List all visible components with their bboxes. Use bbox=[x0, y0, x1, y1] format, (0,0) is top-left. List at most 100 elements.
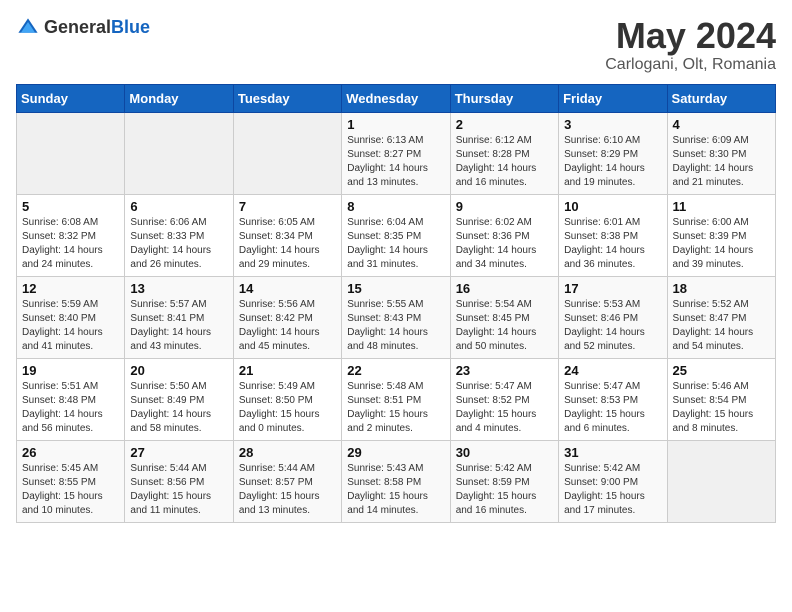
calendar-cell: 10 Sunrise: 6:01 AM Sunset: 8:38 PM Dayli… bbox=[559, 194, 667, 276]
day-number: 26 bbox=[22, 445, 119, 460]
calendar-cell: 7Sunrise: 6:05 AM Sunset: 8:34 PM Daylig… bbox=[233, 194, 341, 276]
day-number: 16 bbox=[456, 281, 553, 296]
day-number: 15 bbox=[347, 281, 444, 296]
day-number: 17 bbox=[564, 281, 661, 296]
day-number: 6 bbox=[130, 199, 227, 214]
day-info: Sunrise: 5:42 AM Sunset: 8:59 PM Dayligh… bbox=[456, 462, 553, 518]
logo-icon bbox=[16, 16, 40, 40]
day-info: Sunrise: 5:57 AM Sunset: 8:41 PM Dayligh… bbox=[130, 298, 227, 354]
day-number: 12 bbox=[22, 281, 119, 296]
day-number: 21 bbox=[239, 363, 336, 378]
calendar-cell: 17 Sunrise: 5:53 AM Sunset: 8:46 PM Dayli… bbox=[559, 276, 667, 358]
day-info: Sunrise: 5:49 AM Sunset: 8:50 PM Dayligh… bbox=[239, 380, 336, 436]
day-number: 31 bbox=[564, 445, 661, 460]
calendar-cell: 18Sunrise: 5:52 AM Sunset: 8:47 PM Dayli… bbox=[667, 276, 775, 358]
day-info: Sunrise: 5:47 AM Sunset: 8:52 PM Dayligh… bbox=[456, 380, 553, 436]
calendar-cell: 3 Sunrise: 6:10 AM Sunset: 8:29 PM Daylig… bbox=[559, 112, 667, 194]
day-info: Sunrise: 5:44 AM Sunset: 8:56 PM Dayligh… bbox=[130, 462, 227, 518]
calendar-cell: 12 Sunrise: 5:59 AM Sunset: 8:40 PM Dayli… bbox=[17, 276, 125, 358]
calendar-cell: 27 Sunrise: 5:44 AM Sunset: 8:56 PM Dayli… bbox=[125, 440, 233, 522]
day-number: 29 bbox=[347, 445, 444, 460]
day-number: 1 bbox=[347, 117, 444, 132]
calendar-cell: 25Sunrise: 5:46 AM Sunset: 8:54 PM Dayli… bbox=[667, 358, 775, 440]
day-info: Sunrise: 5:55 AM Sunset: 8:43 PM Dayligh… bbox=[347, 298, 444, 354]
calendar-table: SundayMondayTuesdayWednesdayThursdayFrid… bbox=[16, 84, 776, 523]
calendar-cell: 24 Sunrise: 5:47 AM Sunset: 8:53 PM Dayli… bbox=[559, 358, 667, 440]
day-info: Sunrise: 5:46 AM Sunset: 8:54 PM Dayligh… bbox=[673, 380, 770, 436]
calendar-cell: 30 Sunrise: 5:42 AM Sunset: 8:59 PM Dayli… bbox=[450, 440, 558, 522]
location-title: Carlogani, Olt, Romania bbox=[605, 56, 776, 74]
calendar-cell: 29Sunrise: 5:43 AM Sunset: 8:58 PM Dayli… bbox=[342, 440, 450, 522]
day-number: 9 bbox=[456, 199, 553, 214]
day-info: Sunrise: 5:45 AM Sunset: 8:55 PM Dayligh… bbox=[22, 462, 119, 518]
calendar-cell: 16 Sunrise: 5:54 AM Sunset: 8:45 PM Dayli… bbox=[450, 276, 558, 358]
day-info: Sunrise: 5:53 AM Sunset: 8:46 PM Dayligh… bbox=[564, 298, 661, 354]
weekday-header-tuesday: Tuesday bbox=[233, 84, 341, 112]
day-info: Sunrise: 6:05 AM Sunset: 8:34 PM Dayligh… bbox=[239, 216, 336, 272]
calendar-cell: 6Sunrise: 6:06 AM Sunset: 8:33 PM Daylig… bbox=[125, 194, 233, 276]
day-number: 4 bbox=[673, 117, 770, 132]
day-number: 24 bbox=[564, 363, 661, 378]
day-info: Sunrise: 5:42 AM Sunset: 9:00 PM Dayligh… bbox=[564, 462, 661, 518]
calendar-week-row: 26 Sunrise: 5:45 AM Sunset: 8:55 PM Dayli… bbox=[17, 440, 776, 522]
calendar-cell: 21 Sunrise: 5:49 AM Sunset: 8:50 PM Dayli… bbox=[233, 358, 341, 440]
day-info: Sunrise: 6:08 AM Sunset: 8:32 PM Dayligh… bbox=[22, 216, 119, 272]
day-info: Sunrise: 5:44 AM Sunset: 8:57 PM Dayligh… bbox=[239, 462, 336, 518]
day-number: 10 bbox=[564, 199, 661, 214]
day-number: 11 bbox=[673, 199, 770, 214]
weekday-header-friday: Friday bbox=[559, 84, 667, 112]
day-number: 23 bbox=[456, 363, 553, 378]
logo: GeneralBlue bbox=[16, 16, 150, 40]
day-info: Sunrise: 5:56 AM Sunset: 8:42 PM Dayligh… bbox=[239, 298, 336, 354]
calendar-cell: 26 Sunrise: 5:45 AM Sunset: 8:55 PM Dayli… bbox=[17, 440, 125, 522]
day-number: 8 bbox=[347, 199, 444, 214]
day-number: 3 bbox=[564, 117, 661, 132]
day-number: 13 bbox=[130, 281, 227, 296]
day-info: Sunrise: 6:04 AM Sunset: 8:35 PM Dayligh… bbox=[347, 216, 444, 272]
day-info: Sunrise: 5:54 AM Sunset: 8:45 PM Dayligh… bbox=[456, 298, 553, 354]
calendar-cell: 8 Sunrise: 6:04 AM Sunset: 8:35 PM Daylig… bbox=[342, 194, 450, 276]
calendar-cell: 5 Sunrise: 6:08 AM Sunset: 8:32 PM Daylig… bbox=[17, 194, 125, 276]
day-info: Sunrise: 6:12 AM Sunset: 8:28 PM Dayligh… bbox=[456, 134, 553, 190]
month-title: May 2024 bbox=[605, 16, 776, 56]
day-number: 30 bbox=[456, 445, 553, 460]
weekday-header-wednesday: Wednesday bbox=[342, 84, 450, 112]
day-info: Sunrise: 5:51 AM Sunset: 8:48 PM Dayligh… bbox=[22, 380, 119, 436]
weekday-header-monday: Monday bbox=[125, 84, 233, 112]
calendar-cell bbox=[233, 112, 341, 194]
calendar-cell bbox=[667, 440, 775, 522]
day-number: 14 bbox=[239, 281, 336, 296]
calendar-cell: 2 Sunrise: 6:12 AM Sunset: 8:28 PM Daylig… bbox=[450, 112, 558, 194]
calendar-cell: 15 Sunrise: 5:55 AM Sunset: 8:43 PM Dayli… bbox=[342, 276, 450, 358]
calendar-cell: 23 Sunrise: 5:47 AM Sunset: 8:52 PM Dayli… bbox=[450, 358, 558, 440]
day-number: 2 bbox=[456, 117, 553, 132]
day-info: Sunrise: 5:59 AM Sunset: 8:40 PM Dayligh… bbox=[22, 298, 119, 354]
calendar-cell: 20Sunrise: 5:50 AM Sunset: 8:49 PM Dayli… bbox=[125, 358, 233, 440]
day-number: 27 bbox=[130, 445, 227, 460]
day-number: 5 bbox=[22, 199, 119, 214]
calendar-cell: 14 Sunrise: 5:56 AM Sunset: 8:42 PM Dayli… bbox=[233, 276, 341, 358]
title-block: May 2024 Carlogani, Olt, Romania bbox=[605, 16, 776, 74]
calendar-week-row: 19Sunrise: 5:51 AM Sunset: 8:48 PM Dayli… bbox=[17, 358, 776, 440]
calendar-cell: 28Sunrise: 5:44 AM Sunset: 8:57 PM Dayli… bbox=[233, 440, 341, 522]
calendar-cell: 1 Sunrise: 6:13 AM Sunset: 8:27 PM Daylig… bbox=[342, 112, 450, 194]
day-info: Sunrise: 5:47 AM Sunset: 8:53 PM Dayligh… bbox=[564, 380, 661, 436]
weekday-header-row: SundayMondayTuesdayWednesdayThursdayFrid… bbox=[17, 84, 776, 112]
day-info: Sunrise: 6:13 AM Sunset: 8:27 PM Dayligh… bbox=[347, 134, 444, 190]
weekday-header-thursday: Thursday bbox=[450, 84, 558, 112]
weekday-header-sunday: Sunday bbox=[17, 84, 125, 112]
calendar-cell bbox=[17, 112, 125, 194]
calendar-cell: 13 Sunrise: 5:57 AM Sunset: 8:41 PM Dayli… bbox=[125, 276, 233, 358]
day-info: Sunrise: 5:52 AM Sunset: 8:47 PM Dayligh… bbox=[673, 298, 770, 354]
day-number: 22 bbox=[347, 363, 444, 378]
calendar-week-row: 1 Sunrise: 6:13 AM Sunset: 8:27 PM Daylig… bbox=[17, 112, 776, 194]
calendar-cell: 9Sunrise: 6:02 AM Sunset: 8:36 PM Daylig… bbox=[450, 194, 558, 276]
calendar-cell: 4Sunrise: 6:09 AM Sunset: 8:30 PM Daylig… bbox=[667, 112, 775, 194]
logo-text-blue: Blue bbox=[111, 17, 150, 37]
calendar-week-row: 5 Sunrise: 6:08 AM Sunset: 8:32 PM Daylig… bbox=[17, 194, 776, 276]
day-info: Sunrise: 5:48 AM Sunset: 8:51 PM Dayligh… bbox=[347, 380, 444, 436]
day-info: Sunrise: 6:10 AM Sunset: 8:29 PM Dayligh… bbox=[564, 134, 661, 190]
day-info: Sunrise: 6:01 AM Sunset: 8:38 PM Dayligh… bbox=[564, 216, 661, 272]
calendar-cell bbox=[125, 112, 233, 194]
day-number: 20 bbox=[130, 363, 227, 378]
